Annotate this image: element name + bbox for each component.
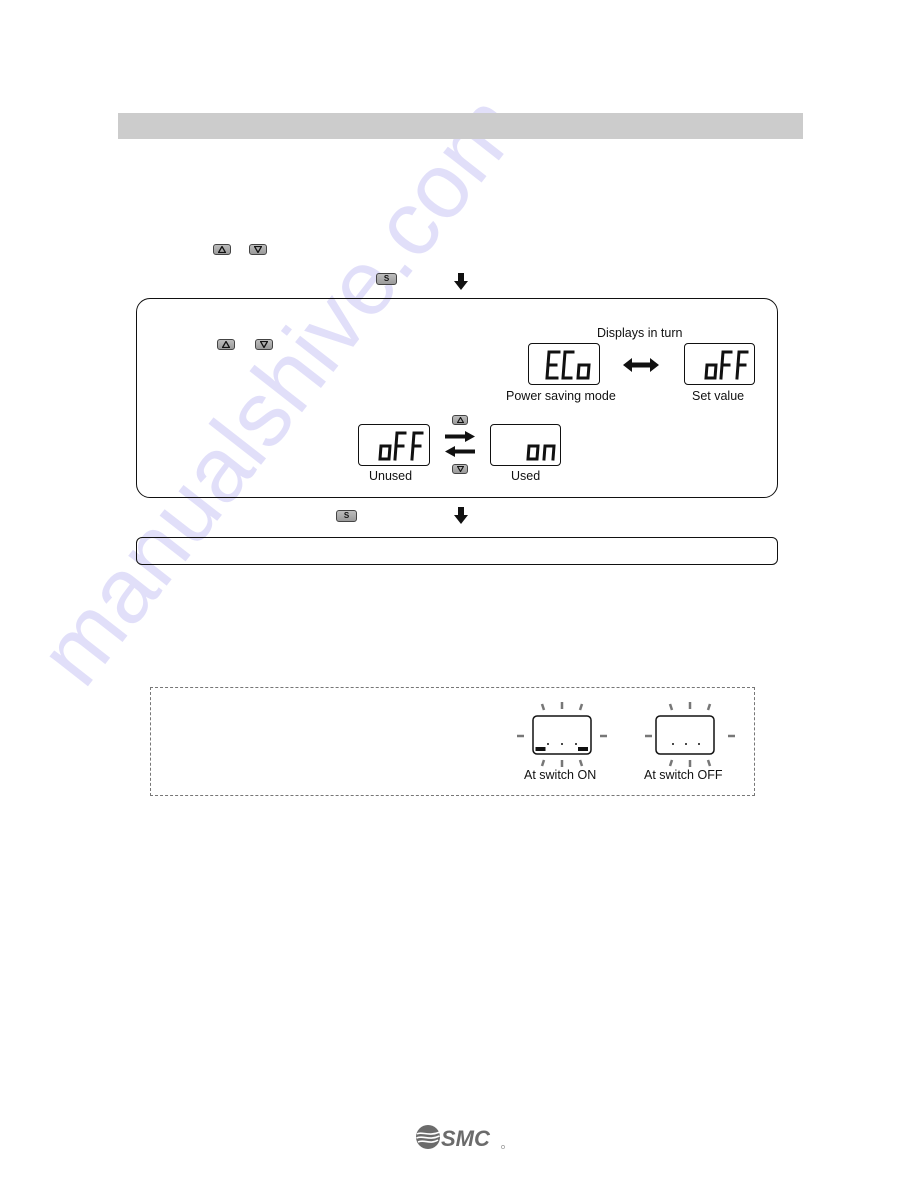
- lcd-flashing-switch-off: [645, 702, 735, 767]
- set-key-button[interactable]: S: [376, 273, 397, 285]
- down-arrow-icon: [454, 507, 468, 524]
- up-key-button-2[interactable]: [217, 339, 235, 350]
- down-triangle-icon: [260, 341, 268, 348]
- toggle-arrows-icon: [445, 431, 475, 457]
- caption-at-switch-off: At switch OFF: [644, 768, 723, 782]
- down-arrow-icon: [454, 273, 468, 290]
- lcd-flashing-switch-on: [517, 702, 607, 767]
- down-key-button-3[interactable]: [452, 464, 468, 474]
- up-triangle-icon: [218, 246, 226, 253]
- up-key-button[interactable]: [213, 244, 231, 255]
- up-key-button-3[interactable]: [452, 415, 468, 425]
- displays-in-turn-label: Displays in turn: [597, 326, 683, 340]
- double-arrow-icon: [623, 358, 659, 372]
- down-key-button[interactable]: [249, 244, 267, 255]
- set-key-label: S: [383, 274, 390, 283]
- smc-logo-text: SMC: [441, 1126, 491, 1151]
- caption-used: Used: [511, 469, 541, 483]
- down-triangle-icon: [456, 466, 464, 472]
- lcd-unused: [358, 424, 430, 466]
- result-box: [136, 537, 778, 565]
- lcd-segments-eco: [545, 350, 591, 380]
- lcd-used: [490, 424, 561, 466]
- caption-set-value: Set value: [692, 389, 745, 403]
- down-key-button-2[interactable]: [255, 339, 273, 350]
- up-triangle-icon: [222, 341, 230, 348]
- lcd-power-saving-mode: [528, 343, 600, 385]
- lcd-segments-on: [526, 444, 556, 461]
- lcd-segments-off: [704, 350, 749, 380]
- up-triangle-icon: [456, 417, 464, 423]
- caption-unused: Unused: [369, 469, 413, 483]
- lcd-segments-off: [378, 431, 424, 461]
- down-triangle-icon: [254, 246, 262, 253]
- section-header-bar: [118, 113, 803, 139]
- smc-logo: SMC: [416, 1125, 505, 1151]
- set-key-button-2[interactable]: S: [336, 510, 357, 522]
- set-key-label: S: [343, 511, 350, 520]
- caption-power-saving-mode: Power saving mode: [506, 389, 616, 403]
- lcd-set-value: [684, 343, 755, 385]
- caption-at-switch-on: At switch ON: [524, 768, 597, 782]
